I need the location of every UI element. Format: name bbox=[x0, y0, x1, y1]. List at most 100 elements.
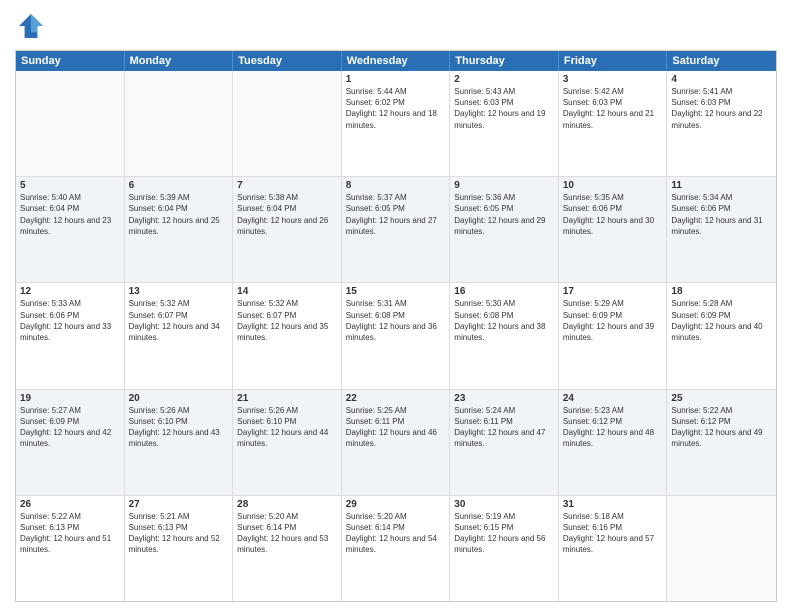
day-number: 1 bbox=[346, 74, 446, 85]
calendar-cell: 5Sunrise: 5:40 AM Sunset: 6:04 PM Daylig… bbox=[16, 177, 125, 282]
calendar-cell: 12Sunrise: 5:33 AM Sunset: 6:06 PM Dayli… bbox=[16, 283, 125, 388]
calendar-cell: 23Sunrise: 5:24 AM Sunset: 6:11 PM Dayli… bbox=[450, 390, 559, 495]
cell-info: Sunrise: 5:30 AM Sunset: 6:08 PM Dayligh… bbox=[454, 298, 554, 343]
calendar-cell: 15Sunrise: 5:31 AM Sunset: 6:08 PM Dayli… bbox=[342, 283, 451, 388]
calendar-cell: 11Sunrise: 5:34 AM Sunset: 6:06 PM Dayli… bbox=[667, 177, 776, 282]
day-number: 30 bbox=[454, 499, 554, 510]
page: Sunday Monday Tuesday Wednesday Thursday… bbox=[0, 0, 792, 612]
calendar-cell: 16Sunrise: 5:30 AM Sunset: 6:08 PM Dayli… bbox=[450, 283, 559, 388]
calendar-cell bbox=[125, 71, 234, 176]
cell-info: Sunrise: 5:22 AM Sunset: 6:12 PM Dayligh… bbox=[671, 405, 772, 450]
day-number: 18 bbox=[671, 286, 772, 297]
cell-info: Sunrise: 5:32 AM Sunset: 6:07 PM Dayligh… bbox=[237, 298, 337, 343]
week-row-3: 12Sunrise: 5:33 AM Sunset: 6:06 PM Dayli… bbox=[16, 282, 776, 388]
calendar-cell: 4Sunrise: 5:41 AM Sunset: 6:03 PM Daylig… bbox=[667, 71, 776, 176]
calendar-cell: 21Sunrise: 5:26 AM Sunset: 6:10 PM Dayli… bbox=[233, 390, 342, 495]
cell-info: Sunrise: 5:41 AM Sunset: 6:03 PM Dayligh… bbox=[671, 86, 772, 131]
day-number: 13 bbox=[129, 286, 229, 297]
calendar-cell: 19Sunrise: 5:27 AM Sunset: 6:09 PM Dayli… bbox=[16, 390, 125, 495]
day-number: 7 bbox=[237, 180, 337, 191]
calendar-cell: 18Sunrise: 5:28 AM Sunset: 6:09 PM Dayli… bbox=[667, 283, 776, 388]
day-number: 23 bbox=[454, 393, 554, 404]
cell-info: Sunrise: 5:20 AM Sunset: 6:14 PM Dayligh… bbox=[237, 511, 337, 556]
cell-info: Sunrise: 5:20 AM Sunset: 6:14 PM Dayligh… bbox=[346, 511, 446, 556]
calendar-cell: 31Sunrise: 5:18 AM Sunset: 6:16 PM Dayli… bbox=[559, 496, 668, 601]
calendar-cell: 25Sunrise: 5:22 AM Sunset: 6:12 PM Dayli… bbox=[667, 390, 776, 495]
day-number: 22 bbox=[346, 393, 446, 404]
cell-info: Sunrise: 5:26 AM Sunset: 6:10 PM Dayligh… bbox=[129, 405, 229, 450]
logo bbox=[15, 10, 51, 42]
cell-info: Sunrise: 5:21 AM Sunset: 6:13 PM Dayligh… bbox=[129, 511, 229, 556]
day-number: 24 bbox=[563, 393, 663, 404]
day-number: 21 bbox=[237, 393, 337, 404]
cell-info: Sunrise: 5:25 AM Sunset: 6:11 PM Dayligh… bbox=[346, 405, 446, 450]
calendar-cell: 14Sunrise: 5:32 AM Sunset: 6:07 PM Dayli… bbox=[233, 283, 342, 388]
header-sunday: Sunday bbox=[16, 51, 125, 71]
day-number: 2 bbox=[454, 74, 554, 85]
header-friday: Friday bbox=[559, 51, 668, 71]
header-wednesday: Wednesday bbox=[342, 51, 451, 71]
cell-info: Sunrise: 5:43 AM Sunset: 6:03 PM Dayligh… bbox=[454, 86, 554, 131]
cell-info: Sunrise: 5:22 AM Sunset: 6:13 PM Dayligh… bbox=[20, 511, 120, 556]
cell-info: Sunrise: 5:27 AM Sunset: 6:09 PM Dayligh… bbox=[20, 405, 120, 450]
day-number: 5 bbox=[20, 180, 120, 191]
day-number: 20 bbox=[129, 393, 229, 404]
calendar-cell: 1Sunrise: 5:44 AM Sunset: 6:02 PM Daylig… bbox=[342, 71, 451, 176]
day-number: 4 bbox=[671, 74, 772, 85]
calendar-cell: 29Sunrise: 5:20 AM Sunset: 6:14 PM Dayli… bbox=[342, 496, 451, 601]
logo-icon bbox=[15, 10, 47, 42]
day-number: 19 bbox=[20, 393, 120, 404]
day-number: 31 bbox=[563, 499, 663, 510]
cell-info: Sunrise: 5:34 AM Sunset: 6:06 PM Dayligh… bbox=[671, 192, 772, 237]
calendar-header: Sunday Monday Tuesday Wednesday Thursday… bbox=[16, 51, 776, 71]
calendar-cell: 13Sunrise: 5:32 AM Sunset: 6:07 PM Dayli… bbox=[125, 283, 234, 388]
cell-info: Sunrise: 5:29 AM Sunset: 6:09 PM Dayligh… bbox=[563, 298, 663, 343]
calendar-cell: 28Sunrise: 5:20 AM Sunset: 6:14 PM Dayli… bbox=[233, 496, 342, 601]
day-number: 9 bbox=[454, 180, 554, 191]
cell-info: Sunrise: 5:24 AM Sunset: 6:11 PM Dayligh… bbox=[454, 405, 554, 450]
cell-info: Sunrise: 5:38 AM Sunset: 6:04 PM Dayligh… bbox=[237, 192, 337, 237]
cell-info: Sunrise: 5:26 AM Sunset: 6:10 PM Dayligh… bbox=[237, 405, 337, 450]
day-number: 3 bbox=[563, 74, 663, 85]
calendar-cell: 2Sunrise: 5:43 AM Sunset: 6:03 PM Daylig… bbox=[450, 71, 559, 176]
day-number: 27 bbox=[129, 499, 229, 510]
calendar-cell: 27Sunrise: 5:21 AM Sunset: 6:13 PM Dayli… bbox=[125, 496, 234, 601]
calendar-cell: 20Sunrise: 5:26 AM Sunset: 6:10 PM Dayli… bbox=[125, 390, 234, 495]
day-number: 10 bbox=[563, 180, 663, 191]
day-number: 14 bbox=[237, 286, 337, 297]
cell-info: Sunrise: 5:33 AM Sunset: 6:06 PM Dayligh… bbox=[20, 298, 120, 343]
cell-info: Sunrise: 5:28 AM Sunset: 6:09 PM Dayligh… bbox=[671, 298, 772, 343]
day-number: 15 bbox=[346, 286, 446, 297]
calendar-cell: 24Sunrise: 5:23 AM Sunset: 6:12 PM Dayli… bbox=[559, 390, 668, 495]
week-row-5: 26Sunrise: 5:22 AM Sunset: 6:13 PM Dayli… bbox=[16, 495, 776, 601]
cell-info: Sunrise: 5:36 AM Sunset: 6:05 PM Dayligh… bbox=[454, 192, 554, 237]
calendar: Sunday Monday Tuesday Wednesday Thursday… bbox=[15, 50, 777, 602]
cell-info: Sunrise: 5:42 AM Sunset: 6:03 PM Dayligh… bbox=[563, 86, 663, 131]
calendar-body: 1Sunrise: 5:44 AM Sunset: 6:02 PM Daylig… bbox=[16, 71, 776, 601]
week-row-2: 5Sunrise: 5:40 AM Sunset: 6:04 PM Daylig… bbox=[16, 176, 776, 282]
day-number: 25 bbox=[671, 393, 772, 404]
calendar-cell: 30Sunrise: 5:19 AM Sunset: 6:15 PM Dayli… bbox=[450, 496, 559, 601]
cell-info: Sunrise: 5:31 AM Sunset: 6:08 PM Dayligh… bbox=[346, 298, 446, 343]
calendar-cell: 3Sunrise: 5:42 AM Sunset: 6:03 PM Daylig… bbox=[559, 71, 668, 176]
calendar-cell bbox=[667, 496, 776, 601]
cell-info: Sunrise: 5:18 AM Sunset: 6:16 PM Dayligh… bbox=[563, 511, 663, 556]
day-number: 12 bbox=[20, 286, 120, 297]
calendar-cell bbox=[233, 71, 342, 176]
calendar-cell: 9Sunrise: 5:36 AM Sunset: 6:05 PM Daylig… bbox=[450, 177, 559, 282]
calendar-cell: 17Sunrise: 5:29 AM Sunset: 6:09 PM Dayli… bbox=[559, 283, 668, 388]
calendar-cell: 26Sunrise: 5:22 AM Sunset: 6:13 PM Dayli… bbox=[16, 496, 125, 601]
cell-info: Sunrise: 5:23 AM Sunset: 6:12 PM Dayligh… bbox=[563, 405, 663, 450]
cell-info: Sunrise: 5:32 AM Sunset: 6:07 PM Dayligh… bbox=[129, 298, 229, 343]
cell-info: Sunrise: 5:39 AM Sunset: 6:04 PM Dayligh… bbox=[129, 192, 229, 237]
header-thursday: Thursday bbox=[450, 51, 559, 71]
calendar-cell: 7Sunrise: 5:38 AM Sunset: 6:04 PM Daylig… bbox=[233, 177, 342, 282]
calendar-cell bbox=[16, 71, 125, 176]
week-row-4: 19Sunrise: 5:27 AM Sunset: 6:09 PM Dayli… bbox=[16, 389, 776, 495]
header-saturday: Saturday bbox=[667, 51, 776, 71]
day-number: 28 bbox=[237, 499, 337, 510]
header bbox=[15, 10, 777, 42]
header-tuesday: Tuesday bbox=[233, 51, 342, 71]
cell-info: Sunrise: 5:40 AM Sunset: 6:04 PM Dayligh… bbox=[20, 192, 120, 237]
day-number: 26 bbox=[20, 499, 120, 510]
